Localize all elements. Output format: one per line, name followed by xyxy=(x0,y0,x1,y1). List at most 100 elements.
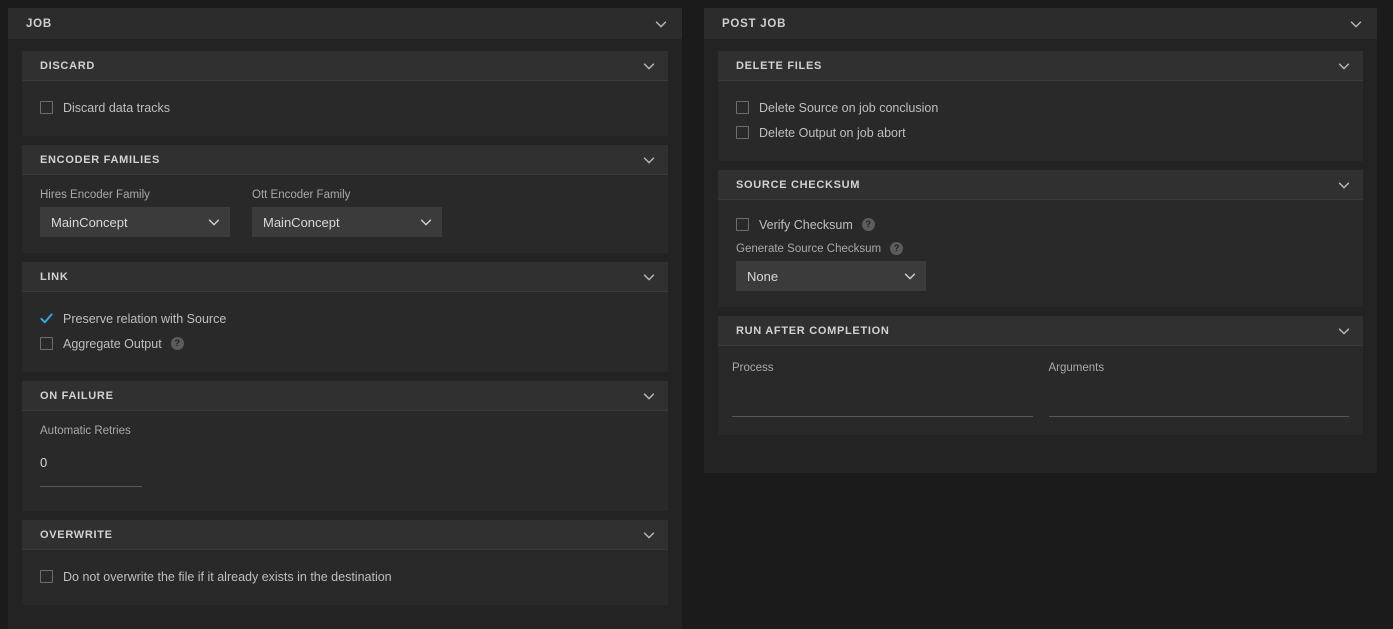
chevron-down-icon[interactable] xyxy=(419,215,433,229)
chevron-down-icon[interactable] xyxy=(642,59,656,73)
field-label: Hires Encoder Family xyxy=(40,189,150,201)
section-discard-header[interactable]: DISCARD xyxy=(22,51,668,81)
field-hires-encoder-family: Hires Encoder Family MainConcept xyxy=(40,189,230,237)
post-job-panel-title: POST JOB xyxy=(722,17,787,30)
checkbox-preserve-relation-with-source[interactable]: Preserve relation with Source xyxy=(40,306,650,331)
checkbox-do-not-overwrite[interactable]: Do not overwrite the file if it already … xyxy=(40,564,650,589)
section-delete-files-header[interactable]: DELETE FILES xyxy=(718,51,1363,81)
select-generate-source-checksum[interactable]: None xyxy=(736,261,926,291)
field-label: Ott Encoder Family xyxy=(252,189,351,201)
field-generate-source-checksum: Generate Source Checksum ? None xyxy=(736,242,1345,291)
select-hires-encoder-family[interactable]: MainConcept xyxy=(40,207,230,237)
section-source-checksum-header[interactable]: SOURCE CHECKSUM xyxy=(718,170,1363,200)
section-link-title: LINK xyxy=(40,270,69,283)
input-value: 0 xyxy=(40,455,48,470)
checkbox-box[interactable] xyxy=(40,101,53,114)
checkbox-box[interactable] xyxy=(736,101,749,114)
checkbox-verify-checksum[interactable]: Verify Checksum ? xyxy=(736,212,1345,237)
section-run-after-completion: RUN AFTER COMPLETION Process Arguments xyxy=(718,316,1363,435)
help-icon[interactable]: ? xyxy=(861,218,875,231)
chevron-down-icon[interactable] xyxy=(642,528,656,542)
section-discard: DISCARD Discard data tracks xyxy=(22,51,668,136)
section-on-failure: ON FAILURE Automatic Retries 0 xyxy=(22,381,668,511)
section-overwrite-body: Do not overwrite the file if it already … xyxy=(22,550,668,605)
chevron-down-icon[interactable] xyxy=(903,269,917,283)
job-panel-body: DISCARD Discard data tracks ENCODER FAMI… xyxy=(8,39,682,619)
section-overwrite: OVERWRITE Do not overwrite the file if i… xyxy=(22,520,668,605)
checkbox-label: Delete Source on job conclusion xyxy=(759,100,939,115)
field-automatic-retries: Automatic Retries 0 xyxy=(40,425,142,487)
checkbox-label: Aggregate Output xyxy=(63,336,162,351)
checkbox-label: Verify Checksum xyxy=(759,217,853,232)
checkbox-aggregate-output[interactable]: Aggregate Output ? xyxy=(40,331,650,356)
checkbox-label: Preserve relation with Source xyxy=(63,311,227,326)
job-panel-title: JOB xyxy=(26,17,52,30)
section-overwrite-title: OVERWRITE xyxy=(40,528,113,541)
input-process[interactable] xyxy=(732,396,1033,417)
post-job-panel-body: DELETE FILES Delete Source on job conclu… xyxy=(704,39,1377,449)
field-label: Generate Source Checksum xyxy=(736,242,882,255)
section-on-failure-body: Automatic Retries 0 xyxy=(22,411,668,511)
select-value: MainConcept xyxy=(263,214,340,230)
section-source-checksum-body: Verify Checksum ? Generate Source Checks… xyxy=(718,200,1363,307)
select-value: MainConcept xyxy=(51,214,128,230)
section-discard-title: DISCARD xyxy=(40,59,96,72)
chevron-down-icon[interactable] xyxy=(1337,324,1351,338)
checkbox-discard-data-tracks[interactable]: Discard data tracks xyxy=(40,95,650,120)
section-encoder-families-title: ENCODER FAMILIES xyxy=(40,153,160,166)
section-delete-files: DELETE FILES Delete Source on job conclu… xyxy=(718,51,1363,161)
section-run-after-completion-body: Process Arguments xyxy=(718,346,1363,435)
chevron-down-icon[interactable] xyxy=(654,17,668,31)
chevron-down-icon[interactable] xyxy=(642,153,656,167)
job-panel: JOB DISCARD Discard data tracks ENCODER … xyxy=(8,8,682,629)
chevron-down-icon[interactable] xyxy=(1337,59,1351,73)
chevron-down-icon[interactable] xyxy=(207,215,221,229)
section-overwrite-header[interactable]: OVERWRITE xyxy=(22,520,668,550)
section-source-checksum-title: SOURCE CHECKSUM xyxy=(736,178,861,191)
check-icon[interactable] xyxy=(40,312,53,325)
section-delete-files-title: DELETE FILES xyxy=(736,59,823,72)
select-ott-encoder-family[interactable]: MainConcept xyxy=(252,207,442,237)
field-process: Process xyxy=(732,362,1033,417)
field-arguments: Arguments xyxy=(1048,362,1350,417)
input-value xyxy=(1049,396,1350,416)
field-label: Process xyxy=(732,362,774,374)
section-discard-body: Discard data tracks xyxy=(22,81,668,136)
checkbox-label: Do not overwrite the file if it already … xyxy=(63,569,392,584)
section-link: LINK Preserve relation with Source Aggre… xyxy=(22,262,668,372)
field-label-row: Generate Source Checksum ? xyxy=(736,242,1345,255)
checkbox-box[interactable] xyxy=(736,126,749,139)
job-panel-header[interactable]: JOB xyxy=(8,8,682,39)
chevron-down-icon[interactable] xyxy=(1349,17,1363,31)
section-link-body: Preserve relation with Source Aggregate … xyxy=(22,292,668,372)
post-job-panel-header[interactable]: POST JOB xyxy=(704,8,1377,39)
section-delete-files-body: Delete Source on job conclusion Delete O… xyxy=(718,81,1363,161)
checkbox-box[interactable] xyxy=(736,218,749,231)
chevron-down-icon[interactable] xyxy=(642,270,656,284)
section-source-checksum: SOURCE CHECKSUM Verify Checksum ? Genera… xyxy=(718,170,1363,307)
help-icon[interactable]: ? xyxy=(170,337,184,350)
section-encoder-families-header[interactable]: ENCODER FAMILIES xyxy=(22,145,668,175)
section-run-after-completion-header[interactable]: RUN AFTER COMPLETION xyxy=(718,316,1363,346)
section-on-failure-title: ON FAILURE xyxy=(40,389,114,402)
checkbox-box[interactable] xyxy=(40,570,53,583)
checkbox-label: Delete Output on job abort xyxy=(759,125,906,140)
section-on-failure-header[interactable]: ON FAILURE xyxy=(22,381,668,411)
help-icon[interactable]: ? xyxy=(890,242,904,255)
section-link-header[interactable]: LINK xyxy=(22,262,668,292)
input-automatic-retries[interactable]: 0 xyxy=(40,455,142,487)
checkbox-delete-output-on-job-abort[interactable]: Delete Output on job abort xyxy=(736,120,1345,145)
section-encoder-families: ENCODER FAMILIES Hires Encoder Family Ma… xyxy=(22,145,668,253)
chevron-down-icon[interactable] xyxy=(1337,178,1351,192)
field-ott-encoder-family: Ott Encoder Family MainConcept xyxy=(252,189,442,237)
settings-workspace: JOB DISCARD Discard data tracks ENCODER … xyxy=(0,0,1393,629)
input-arguments[interactable] xyxy=(1048,396,1350,417)
select-value: None xyxy=(747,268,779,284)
field-label: Automatic Retries xyxy=(40,425,131,437)
checkbox-box[interactable] xyxy=(40,337,53,350)
checkbox-delete-source-on-job-conclusion[interactable]: Delete Source on job conclusion xyxy=(736,95,1345,120)
chevron-down-icon[interactable] xyxy=(642,389,656,403)
checkbox-label: Discard data tracks xyxy=(63,100,170,115)
input-value xyxy=(732,396,1033,416)
field-label: Arguments xyxy=(1048,362,1105,374)
